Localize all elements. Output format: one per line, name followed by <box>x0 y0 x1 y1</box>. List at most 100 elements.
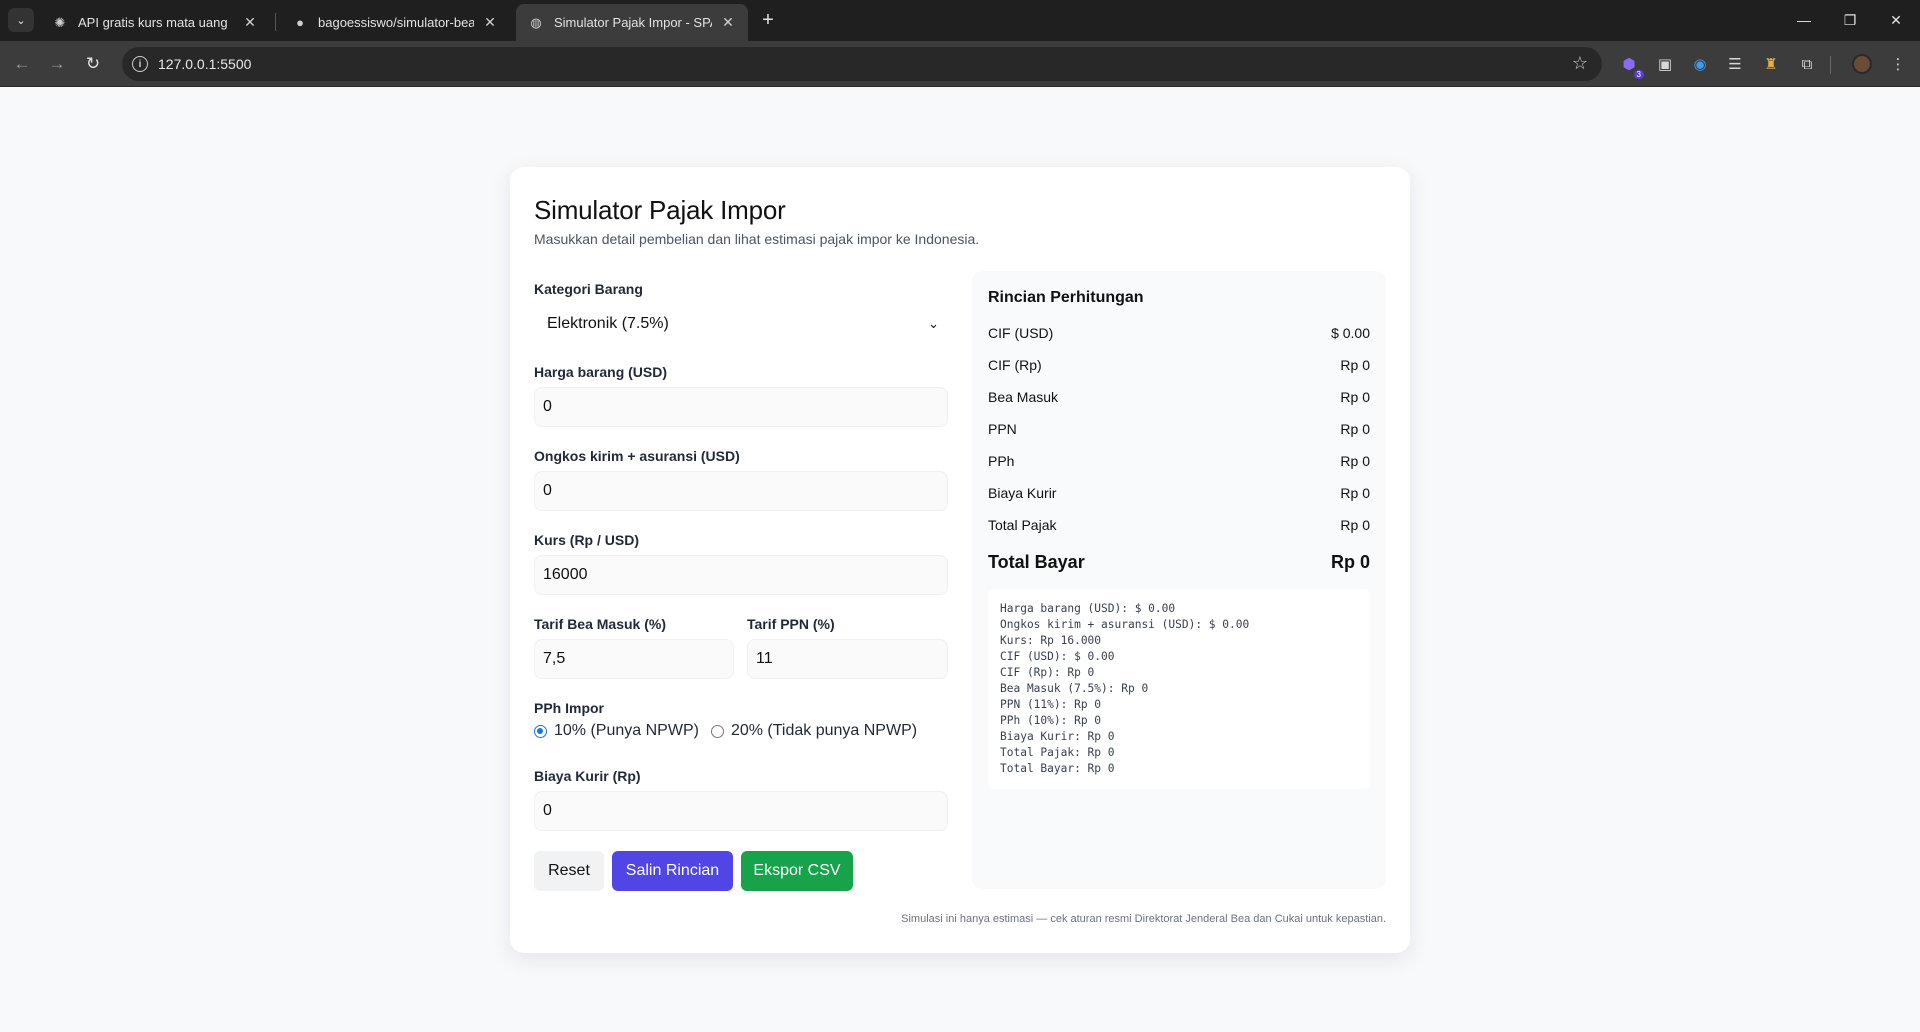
close-tab-icon[interactable]: ✕ <box>482 14 498 31</box>
row-value: Rp 0 <box>1340 389 1370 405</box>
globe-icon: ◍ <box>530 14 542 30</box>
bea-label: Tarif Bea Masuk (%) <box>534 616 666 632</box>
window-extension-icon[interactable]: ▣ <box>1654 53 1676 75</box>
kurs-value: 16000 <box>543 566 588 583</box>
summary-row-ppn: PPN Rp 0 <box>988 421 1370 437</box>
tab-strip: ⌄ ✺ API gratis kurs mata uang ✕ ● bagoes… <box>0 0 1920 41</box>
pph-radio-group: 10% (Punya NPWP) 20% (Tidak punya NPWP) <box>534 722 929 740</box>
close-tab-icon[interactable]: ✕ <box>242 14 258 31</box>
row-value: $ 0.00 <box>1331 325 1370 341</box>
row-value: Rp 0 <box>1340 453 1370 469</box>
reset-button[interactable]: Reset <box>534 851 604 891</box>
detail-line: Total Pajak: Rp 0 <box>1000 746 1115 759</box>
address-bar[interactable]: i 127.0.0.1:5500 ☆ <box>122 47 1602 81</box>
pph-option-no-npwp[interactable]: 20% (Tidak punya NPWP) <box>710 722 918 740</box>
pph-option-label: 10% (Punya NPWP) <box>554 722 699 739</box>
kurir-value: 0 <box>543 802 552 819</box>
tab-github[interactable]: ● bagoessiswo/simulator-bea-imp ✕ <box>280 4 510 41</box>
total-bayar-row: Total Bayar Rp 0 <box>988 552 1370 573</box>
extension-icon[interactable]: ⬢ 3 <box>1618 53 1644 79</box>
tab-simulator[interactable]: ◍ Simulator Pajak Impor - SPA ✕ <box>516 4 748 41</box>
row-label: CIF (Rp) <box>988 357 1042 373</box>
detail-line: Total Bayar: Rp 0 <box>1000 762 1115 775</box>
row-label: Bea Masuk <box>988 389 1059 405</box>
ongkir-input[interactable]: 0 <box>534 471 948 511</box>
kategori-select[interactable]: Elektronik (7.5%) ⌄ <box>534 304 948 344</box>
pph-option-npwp[interactable]: 10% (Punya NPWP) <box>534 722 699 740</box>
kurs-input[interactable]: 16000 <box>534 555 948 595</box>
row-label: CIF (USD) <box>988 325 1054 341</box>
toolbar-divider <box>1830 56 1831 74</box>
kurs-label: Kurs (Rp / USD) <box>534 532 639 548</box>
row-value: Rp 0 <box>1340 357 1370 373</box>
kurir-label: Biaya Kurir (Rp) <box>534 768 641 784</box>
detail-line: PPN (11%): Rp 0 <box>1000 698 1102 711</box>
shazam-extension-icon[interactable]: ◉ <box>1689 53 1711 75</box>
url-text: 127.0.0.1:5500 <box>158 56 252 72</box>
bea-value: 7,5 <box>543 650 566 667</box>
close-window-icon[interactable]: ✕ <box>1884 8 1908 32</box>
summary-row-pph: PPh Rp 0 <box>988 453 1370 469</box>
github-icon: ● <box>296 15 304 30</box>
database-extension-icon[interactable]: ☰ <box>1724 53 1746 75</box>
total-value: Rp 0 <box>1330 552 1370 572</box>
export-csv-button[interactable]: Ekspor CSV <box>741 851 853 891</box>
tab-title: Simulator Pajak Impor - SPA <box>554 15 712 30</box>
ppn-value: 11 <box>756 650 773 667</box>
bea-input[interactable]: 7,5 <box>534 639 734 679</box>
profile-avatar[interactable] <box>1852 54 1872 74</box>
puzzle-extensions-icon[interactable]: ⧉ <box>1796 53 1818 75</box>
detail-text-block: Harga barang (USD): $ 0.00 Ongkos kirim +… <box>988 589 1370 789</box>
detail-line: Harga barang (USD): $ 0.00 <box>1000 602 1176 615</box>
row-label: PPN <box>988 421 1017 437</box>
minimize-icon[interactable]: — <box>1792 8 1816 32</box>
summary-row-cif-usd: CIF (USD) $ 0.00 <box>988 325 1370 341</box>
tab-title: bagoessiswo/simulator-bea-imp <box>318 15 474 30</box>
pph-option-label: 20% (Tidak punya NPWP) <box>730 722 918 739</box>
radio-checked-icon[interactable] <box>534 724 547 738</box>
simulator-card: Simulator Pajak Impor Masukkan detail pe… <box>510 167 1410 953</box>
close-tab-icon[interactable]: ✕ <box>720 14 736 31</box>
summary-row-total-pajak: Total Pajak Rp 0 <box>988 517 1370 533</box>
harga-label: Harga barang (USD) <box>534 364 668 380</box>
site-info-icon[interactable]: i <box>132 56 148 72</box>
row-value: Rp 0 <box>1340 517 1370 533</box>
tab-api-kurs[interactable]: ✺ API gratis kurs mata uang ✕ <box>40 4 270 41</box>
chevron-down-icon: ⌄ <box>16 14 26 27</box>
row-label: Biaya Kurir <box>988 485 1057 501</box>
detail-line: Biaya Kurir: Rp 0 <box>1000 730 1115 743</box>
harga-value: 0 <box>543 398 552 415</box>
page-title: Simulator Pajak Impor <box>534 195 786 225</box>
copy-details-button[interactable]: Salin Rincian <box>612 851 733 891</box>
tab-search-button[interactable]: ⌄ <box>8 8 34 32</box>
row-label: Total Pajak <box>988 517 1057 533</box>
bookmark-star-icon[interactable]: ☆ <box>1572 53 1588 74</box>
ongkir-value: 0 <box>543 482 552 499</box>
back-icon[interactable]: ← <box>11 53 33 75</box>
radio-unchecked-icon[interactable] <box>710 724 724 738</box>
detail-line: PPh (10%): Rp 0 <box>1000 714 1102 727</box>
summary-row-biaya-kurir: Biaya Kurir Rp 0 <box>988 485 1370 501</box>
bear-extension-icon[interactable]: ♜ <box>1760 53 1782 75</box>
menu-kebab-icon[interactable]: ⋮ <box>1887 53 1909 75</box>
summary-panel: Rincian Perhitungan CIF (USD) $ 0.00 CIF … <box>972 271 1386 889</box>
detail-line: Kurs: Rp 16.000 <box>1000 634 1102 647</box>
openai-icon: ✺ <box>54 14 66 30</box>
page-viewport: Simulator Pajak Impor Masukkan detail pe… <box>0 87 1920 1032</box>
row-label: PPh <box>988 453 1015 469</box>
harga-input[interactable]: 0 <box>534 387 948 427</box>
disclaimer-footnote: Simulasi ini hanya estimasi — cek aturan… <box>901 913 1386 925</box>
detail-line: CIF (Rp): Rp 0 <box>1000 666 1095 679</box>
kategori-label: Kategori Barang <box>534 281 643 297</box>
ppn-input[interactable]: 11 <box>747 639 948 679</box>
new-tab-button[interactable]: + <box>756 8 780 32</box>
kurir-input[interactable]: 0 <box>534 791 948 831</box>
chevron-down-icon: ⌄ <box>928 316 939 331</box>
ppn-label: Tarif PPN (%) <box>747 616 835 632</box>
restore-icon[interactable]: ❐ <box>1838 8 1862 32</box>
row-value: Rp 0 <box>1340 485 1370 501</box>
forward-icon[interactable]: → <box>46 53 68 75</box>
reload-icon[interactable]: ↻ <box>82 53 104 75</box>
total-label: Total Bayar <box>988 552 1085 572</box>
ongkir-label: Ongkos kirim + asuransi (USD) <box>534 448 740 464</box>
